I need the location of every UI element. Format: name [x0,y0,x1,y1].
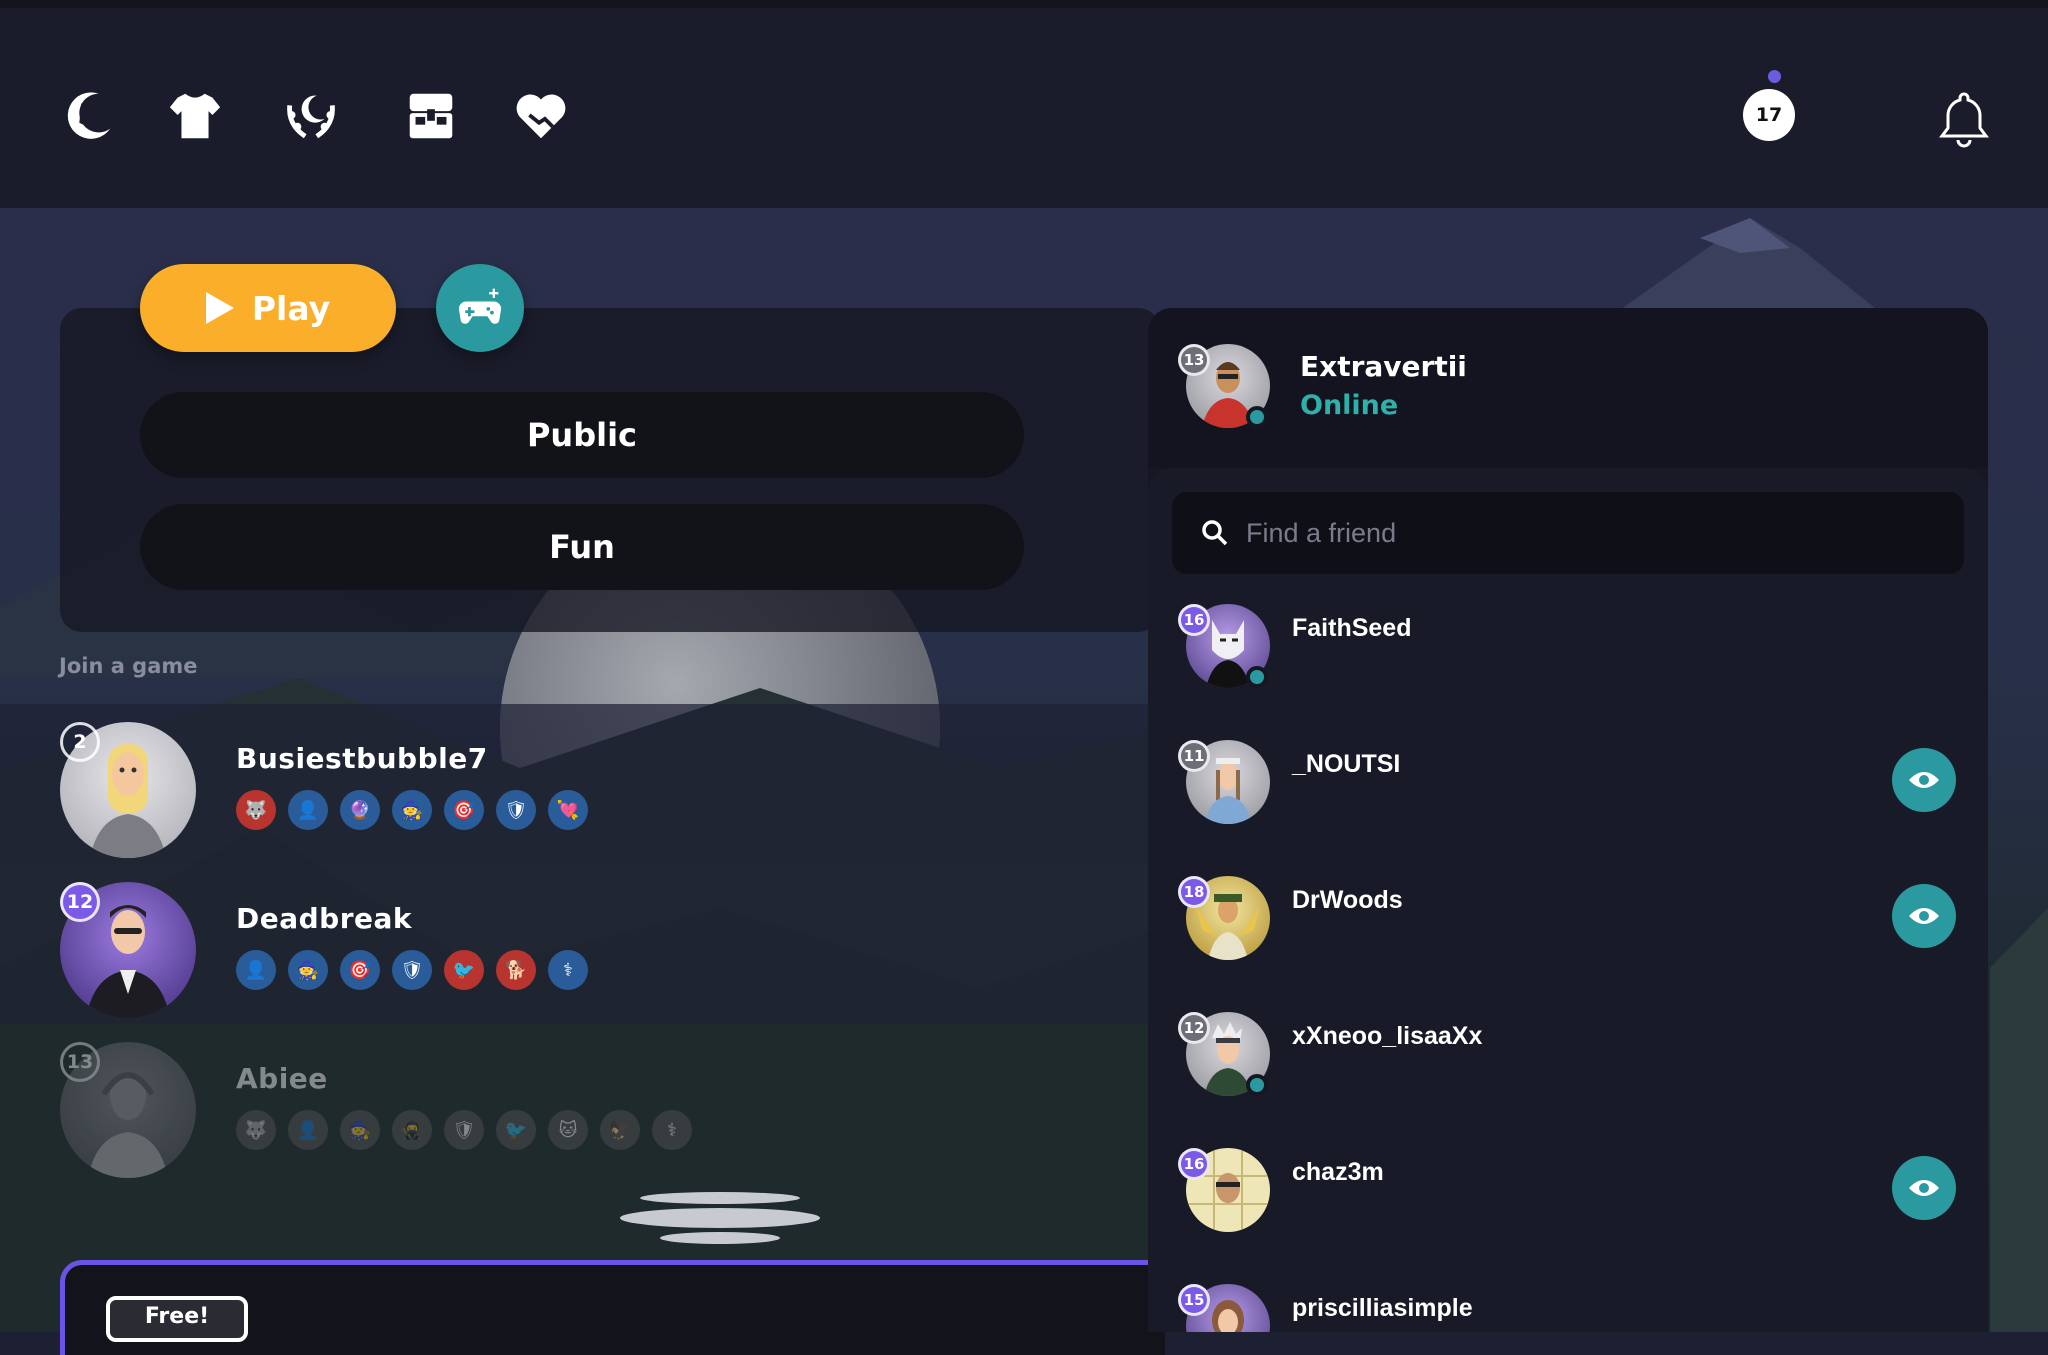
my-username: Extravertii [1300,350,1467,383]
window-top-edge [0,0,2048,8]
level-badge: 12 [60,882,100,922]
friend-item[interactable]: 18 DrWoods [1148,862,1988,998]
eye-icon [1909,772,1939,788]
controller-plus-icon [458,288,502,324]
level-badge: 13 [60,1042,100,1082]
doctor-role-icon: ⚕ [548,950,588,990]
friend-item[interactable]: 16 chaz3m [1148,1134,1988,1270]
witch-role-icon: 🧙 [340,1110,380,1150]
friend-name: priscilliasimple [1292,1294,1473,1322]
raven-role-icon: 🐦 [496,1110,536,1150]
friend-item[interactable]: 15 priscilliasimple [1148,1270,1988,1332]
level-number: 2 [73,731,87,753]
friend-name: FaithSeed [1292,614,1412,642]
level-number: 16 [1183,611,1205,629]
raven-role-icon: 🐦 [444,950,484,990]
friend-item[interactable]: 11 _NOUTSI [1148,726,1988,862]
bandit-role-icon: 🥷 [392,1110,432,1150]
friend-name: _NOUTSI [1292,750,1401,778]
search-input[interactable] [1244,516,1928,550]
level-number: 18 [1183,883,1205,901]
hunter-role-icon: 🎯 [340,950,380,990]
fun-mode-button[interactable]: Fun [140,504,1024,590]
hunter-role-icon: 🎯 [444,790,484,830]
level-number: 15 [1183,1291,1205,1309]
dog-role-icon: 🐕 [496,950,536,990]
role-list: 🐺 👤 🧙 🥷 🛡 🐦 🐱 🦅 ⚕ [236,1110,692,1150]
play-button[interactable]: Play [140,264,396,352]
my-status[interactable]: Online [1300,390,1398,421]
wolf-moon-icon[interactable] [54,80,124,150]
player-level-badge[interactable]: 17 [1743,89,1795,141]
friends-panel: 13 Extravertii Online 16 FaithSeed 11 _N… [1148,308,1988,1332]
play-icon [205,292,234,324]
level-badge: 16 [1178,1148,1210,1180]
knight-role-icon: 🛡 [444,1110,484,1150]
create-game-button[interactable] [436,264,524,352]
friend-name: chaz3m [1292,1158,1384,1186]
witch-role-icon: 🧙 [392,790,432,830]
knight-role-icon: 🛡 [392,950,432,990]
witch-role-icon: 🧙 [288,950,328,990]
public-mode-button[interactable]: Public [140,392,1024,478]
play-label: Play [251,288,331,328]
level-number: 12 [1183,1019,1205,1037]
level-badge: 12 [1178,1012,1210,1044]
level-notification-dot [1768,70,1781,83]
online-indicator [1246,666,1268,688]
my-profile[interactable]: 13 Extravertii Online [1148,308,1988,468]
game-row[interactable]: 12 Deadbreak 👤 🧙 🎯 🛡 🐦 🐕 ⚕ [0,864,1148,1024]
heart-handshake-icon[interactable] [506,80,576,150]
level-badge: 15 [1178,1284,1210,1316]
level-number: 16 [1183,1155,1205,1173]
friend-item[interactable]: 12 xXneoo_lisaaXx [1148,998,1988,1134]
villager-role-icon: 👤 [236,950,276,990]
laurel-moon-icon[interactable] [276,80,346,150]
werewolf-role-icon: 🐺 [236,1110,276,1150]
doctor-role-icon: ⚕ [652,1110,692,1150]
game-row[interactable]: 2 Busiestbubble7 🐺 👤 🔮 🧙 🎯 🛡 💘 [0,704,1148,864]
level-number: 12 [66,891,94,913]
top-navigation-bar: 17 [0,8,2048,208]
villager-role-icon: 👤 [288,790,328,830]
friend-item[interactable]: 16 FaithSeed [1148,590,1988,726]
role-list: 👤 🧙 🎯 🛡 🐦 🐕 ⚕ [236,950,588,990]
free-badge: Free! [106,1296,248,1342]
host-name: Abiee [236,1062,328,1095]
level-badge: 16 [1178,604,1210,636]
game-row[interactable]: 13 Abiee 🐺 👤 🧙 🥷 🛡 🐦 🐱 🦅 ⚕ [0,1024,1148,1184]
knight-role-icon: 🛡 [496,790,536,830]
friend-name: xXneoo_lisaaXx [1292,1022,1483,1050]
host-name: Deadbreak [236,902,413,935]
werewolf-role-icon: 🐺 [236,790,276,830]
search-icon [1202,520,1228,546]
host-name: Busiestbubble7 [236,742,488,775]
role-list: 🐺 👤 🔮 🧙 🎯 🛡 💘 [236,790,588,830]
spectate-button[interactable] [1892,1156,1956,1220]
level-number: 13 [1183,351,1205,369]
bell-icon[interactable] [1934,88,1994,148]
villager-role-icon: 👤 [288,1110,328,1150]
spectate-button[interactable] [1892,748,1956,812]
online-indicator [1246,406,1268,428]
friend-name: DrWoods [1292,886,1403,914]
friend-search[interactable] [1172,492,1964,574]
level-badge: 18 [1178,876,1210,908]
online-indicator [1246,1074,1268,1096]
level-badge: 2 [60,722,100,762]
eye-icon [1909,1180,1939,1196]
shirt-icon[interactable] [160,80,230,150]
cat-role-icon: 🐱 [548,1110,588,1150]
level-badge: 11 [1178,740,1210,772]
level-number: 11 [1183,747,1205,765]
treasure-chest-icon[interactable] [396,80,466,150]
level-badge: 13 [1178,344,1210,376]
bird-role-icon: 🦅 [600,1110,640,1150]
eye-icon [1909,908,1939,924]
cupid-role-icon: 💘 [548,790,588,830]
seer-role-icon: 🔮 [340,790,380,830]
join-game-label: Join a game [59,654,198,678]
level-number: 13 [66,1051,94,1073]
spectate-button[interactable] [1892,884,1956,948]
